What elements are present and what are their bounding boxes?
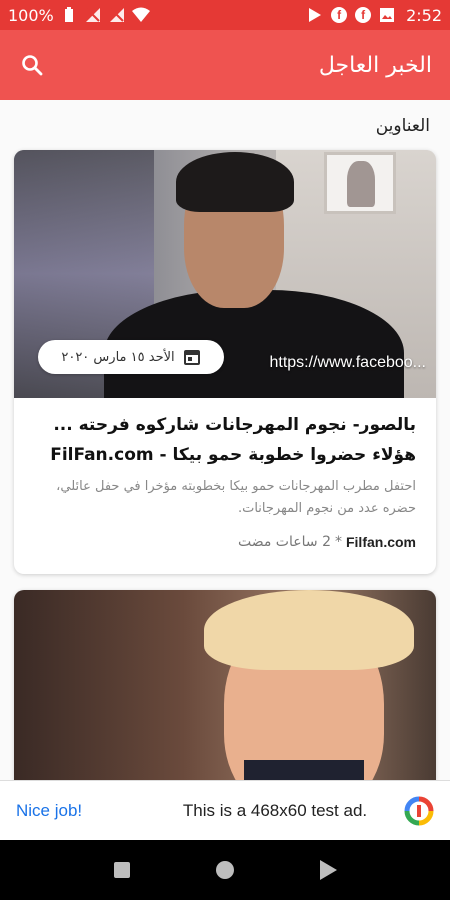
news-card[interactable]: الأحد ١٥ مارس ٢٠٢٠ https://www.faceboo..…	[14, 150, 436, 574]
home-icon	[215, 861, 234, 879]
source-url[interactable]: https://www.faceboo...	[269, 354, 426, 372]
recents-button[interactable]	[108, 856, 136, 884]
status-left: 100%	[8, 6, 150, 25]
battery-icon	[60, 6, 78, 24]
home-button[interactable]	[211, 856, 239, 884]
wifi-icon	[131, 6, 150, 24]
news-excerpt: احتفل مطرب المهرجانات حمو بيكا بخطوبته م…	[56, 479, 416, 516]
facebook-icon: f	[330, 6, 348, 24]
ad-text: This is a 468x60 test ad.	[182, 800, 368, 820]
status-bar: 100% f f 2:52	[0, 0, 450, 30]
news-image[interactable]: الأحد ١٥ مارس ٢٠٢٠ https://www.faceboo..…	[14, 150, 436, 398]
search-button[interactable]	[18, 51, 46, 79]
news-card[interactable]	[14, 590, 436, 780]
news-source: Filfan.com	[345, 534, 416, 550]
clock: 2:52	[406, 5, 442, 25]
system-nav-bar	[0, 840, 450, 900]
no-signal-icon	[84, 6, 102, 24]
calendar-icon	[183, 348, 201, 366]
card-body: بالصور- نجوم المهرجانات شاركوه فرحته ...…	[14, 398, 436, 550]
back-icon	[320, 860, 338, 880]
meta-separator: *	[334, 534, 342, 550]
news-meta: Filfan.com * 2 ساعات مضت	[34, 534, 416, 550]
facebook-icon: f	[354, 6, 372, 24]
news-image[interactable]	[14, 590, 436, 780]
play-store-icon	[306, 6, 324, 24]
search-icon	[22, 55, 43, 76]
app-bar: الخبر العاجل	[0, 30, 450, 100]
ad-banner[interactable]: Nice job! This is a 468x60 test ad.	[0, 780, 450, 840]
ad-label: Nice job!	[16, 800, 83, 820]
recents-icon	[113, 862, 130, 878]
news-time-ago: 2 ساعات مضت	[237, 534, 331, 550]
main-content[interactable]: العناوين الأحد ١٥ مارس ٢٠٢٠ https://www.…	[0, 100, 450, 780]
image-icon	[378, 6, 396, 24]
ad-choices-icon[interactable]	[404, 796, 434, 826]
app-title: الخبر العاجل	[318, 52, 432, 78]
news-date: الأحد ١٥ مارس ٢٠٢٠	[61, 349, 175, 365]
battery-percent: 100%	[8, 5, 54, 25]
news-headline[interactable]: بالصور- نجوم المهرجانات شاركوه فرحته ...…	[34, 410, 416, 470]
date-badge: الأحد ١٥ مارس ٢٠٢٠	[38, 340, 224, 374]
back-button[interactable]	[314, 856, 342, 884]
status-right: f f 2:52	[306, 6, 442, 25]
no-signal-icon	[108, 6, 126, 24]
section-title: العناوين	[375, 116, 430, 136]
